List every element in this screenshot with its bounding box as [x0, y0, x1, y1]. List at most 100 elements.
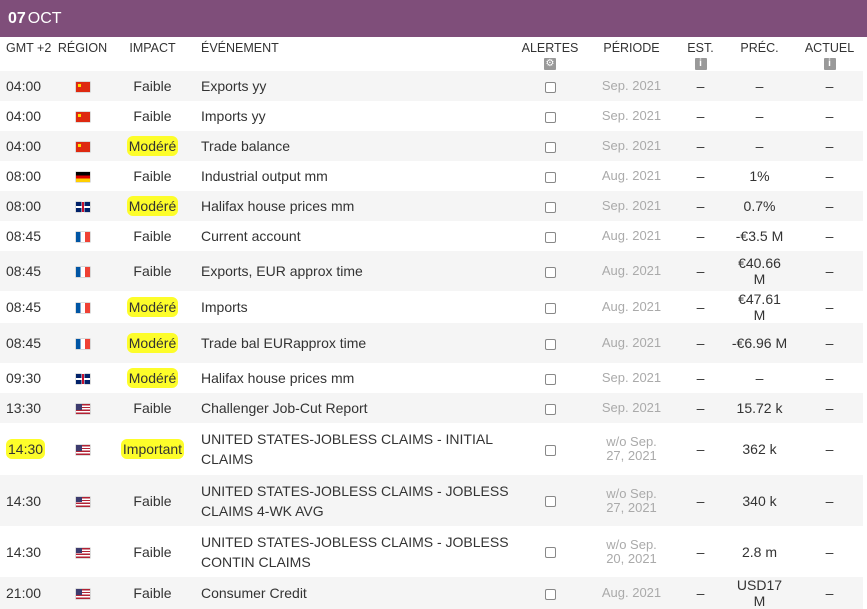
impact-value: Faible — [133, 228, 172, 244]
table-row[interactable]: 08:00 Faible Industrial output mm Aug. 2021… — [0, 161, 863, 191]
event-name[interactable]: Halifax house prices mm — [201, 370, 354, 386]
impact-value: Faible — [133, 108, 172, 124]
event-name[interactable]: Industrial output mm — [201, 168, 328, 184]
cell-event: UNITED STATES-JOBLESS CLAIMS - INITIAL C… — [195, 423, 515, 475]
gear-icon[interactable]: ⚙ — [544, 58, 556, 70]
period-value: w/o Sep. 27, 2021 — [606, 485, 657, 515]
event-name[interactable]: Challenger Job-Cut Report — [201, 400, 368, 416]
table-row[interactable]: 09:30 Modéré Halifax house prices mm Sep. 2… — [0, 363, 863, 393]
event-name[interactable]: Imports — [201, 299, 248, 315]
cell-time: 04:00 — [0, 71, 55, 101]
actual-value: – — [825, 492, 834, 509]
event-name[interactable]: Trade balance — [201, 138, 290, 154]
cell-prev: 0.7% — [723, 191, 796, 221]
time-value: 08:45 — [6, 335, 42, 351]
alert-checkbox[interactable] — [544, 141, 556, 153]
flag-us-icon — [75, 404, 90, 415]
actual-value: – — [825, 168, 834, 184]
col-actual: ACTUEL i — [796, 37, 863, 71]
table-row[interactable]: 14:30 Faible UNITED STATES-JOBLESS CLAIMS … — [0, 475, 863, 526]
event-name[interactable]: UNITED STATES-JOBLESS CLAIMS - INITIAL C… — [201, 431, 492, 467]
alert-checkbox[interactable] — [544, 403, 556, 415]
prev-value: – — [755, 108, 764, 124]
event-name[interactable]: Consumer Credit — [201, 585, 307, 601]
alert-checkbox[interactable] — [544, 111, 556, 123]
table-row[interactable]: 08:00 Modéré Halifax house prices mm Sep. 2… — [0, 191, 863, 221]
cell-alert — [515, 131, 585, 161]
prev-value: -€6.96 M — [731, 335, 788, 351]
alert-checkbox[interactable] — [544, 338, 556, 350]
cell-est: – — [678, 101, 723, 131]
date-header: 07 OCT — [0, 0, 867, 37]
event-name[interactable]: UNITED STATES-JOBLESS CLAIMS - JOBLESS C… — [201, 483, 509, 519]
cell-prev: €40.66 M — [723, 251, 796, 291]
event-name[interactable]: Halifax house prices mm — [201, 198, 354, 214]
info-icon[interactable]: i — [823, 58, 836, 70]
event-name[interactable]: UNITED STATES-JOBLESS CLAIMS - JOBLESS C… — [201, 534, 509, 570]
cell-region — [55, 251, 110, 291]
actual-value: – — [825, 263, 834, 279]
alert-checkbox[interactable] — [544, 231, 556, 243]
cell-event: Exports, EUR approx time — [195, 251, 515, 291]
alert-checkbox[interactable] — [544, 81, 556, 93]
event-name[interactable]: Exports, EUR approx time — [201, 263, 363, 279]
alert-checkbox[interactable] — [544, 547, 556, 559]
alert-checkbox[interactable] — [544, 266, 556, 278]
event-name[interactable]: Exports yy — [201, 78, 266, 94]
impact-value: Faible — [133, 400, 172, 416]
table-row[interactable]: 08:45 Modéré Trade bal EURapprox time Aug. … — [0, 323, 863, 363]
cell-actual: – — [796, 161, 863, 191]
cell-period: Sep. 2021 — [585, 131, 678, 161]
cell-event: Exports yy — [195, 71, 515, 101]
alert-checkbox[interactable] — [544, 588, 556, 600]
alert-checkbox[interactable] — [544, 302, 556, 314]
event-name[interactable]: Trade bal EURapprox time — [201, 335, 366, 351]
alert-checkbox[interactable] — [544, 201, 556, 213]
col-prev: PRÉC. — [740, 41, 779, 55]
alert-checkbox[interactable] — [544, 171, 556, 183]
impact-value: Faible — [133, 78, 172, 94]
prev-value: €40.66 M — [738, 255, 781, 287]
cell-time: 14:30 — [0, 475, 55, 526]
time-value: 08:45 — [6, 228, 42, 244]
info-icon[interactable]: i — [694, 58, 707, 70]
cell-prev: – — [723, 71, 796, 101]
actual-value: – — [825, 228, 834, 244]
cell-time: 08:00 — [0, 191, 55, 221]
cell-alert — [515, 161, 585, 191]
flag-us-icon — [75, 496, 90, 507]
est-value: – — [696, 441, 705, 457]
alert-checkbox[interactable] — [544, 444, 556, 456]
table-row[interactable]: 14:30 Faible UNITED STATES-JOBLESS CLAIMS … — [0, 526, 863, 577]
cell-region — [55, 101, 110, 131]
cell-region — [55, 221, 110, 251]
event-name[interactable]: Imports yy — [201, 108, 266, 124]
table-row[interactable]: 08:45 Faible Exports, EUR approx time Aug. … — [0, 251, 863, 291]
table-row[interactable]: 13:30 Faible Challenger Job-Cut Report Sep.… — [0, 393, 863, 423]
alert-checkbox[interactable] — [544, 373, 556, 385]
table-row[interactable]: 21:00 Faible Consumer Credit Aug. 2021 – USD1… — [0, 577, 863, 609]
prev-value: €47.61 M — [738, 291, 781, 323]
cell-impact: Faible — [110, 526, 195, 577]
table-row[interactable]: 08:45 Faible Current account Aug. 2021 – -€3.… — [0, 221, 863, 251]
period-value: Aug. 2021 — [601, 228, 662, 243]
table-row[interactable]: 08:45 Modéré Imports Aug. 2021 – €47.61 M – — [0, 291, 863, 323]
est-value: – — [696, 543, 705, 560]
cell-impact: Modéré — [110, 291, 195, 323]
cell-region — [55, 291, 110, 323]
cell-region — [55, 423, 110, 475]
event-name[interactable]: Current account — [201, 228, 301, 244]
cell-time: 14:30 — [0, 423, 55, 475]
cell-event: Trade balance — [195, 131, 515, 161]
alert-checkbox[interactable] — [544, 496, 556, 508]
table-row[interactable]: 14:30 Important UNITED STATES-JOBLESS CLAI… — [0, 423, 863, 475]
table-row[interactable]: 04:00 Modéré Trade balance Sep. 2021 – – – — [0, 131, 863, 161]
cell-est: – — [678, 71, 723, 101]
table-row[interactable]: 04:00 Faible Exports yy Sep. 2021 – – – — [0, 71, 863, 101]
cell-actual: – — [796, 71, 863, 101]
table-row[interactable]: 04:00 Faible Imports yy Sep. 2021 – – – — [0, 101, 863, 131]
cell-impact: Modéré — [110, 363, 195, 393]
flag-fr-icon — [75, 303, 90, 314]
cell-alert — [515, 101, 585, 131]
period-value: Aug. 2021 — [601, 585, 662, 600]
